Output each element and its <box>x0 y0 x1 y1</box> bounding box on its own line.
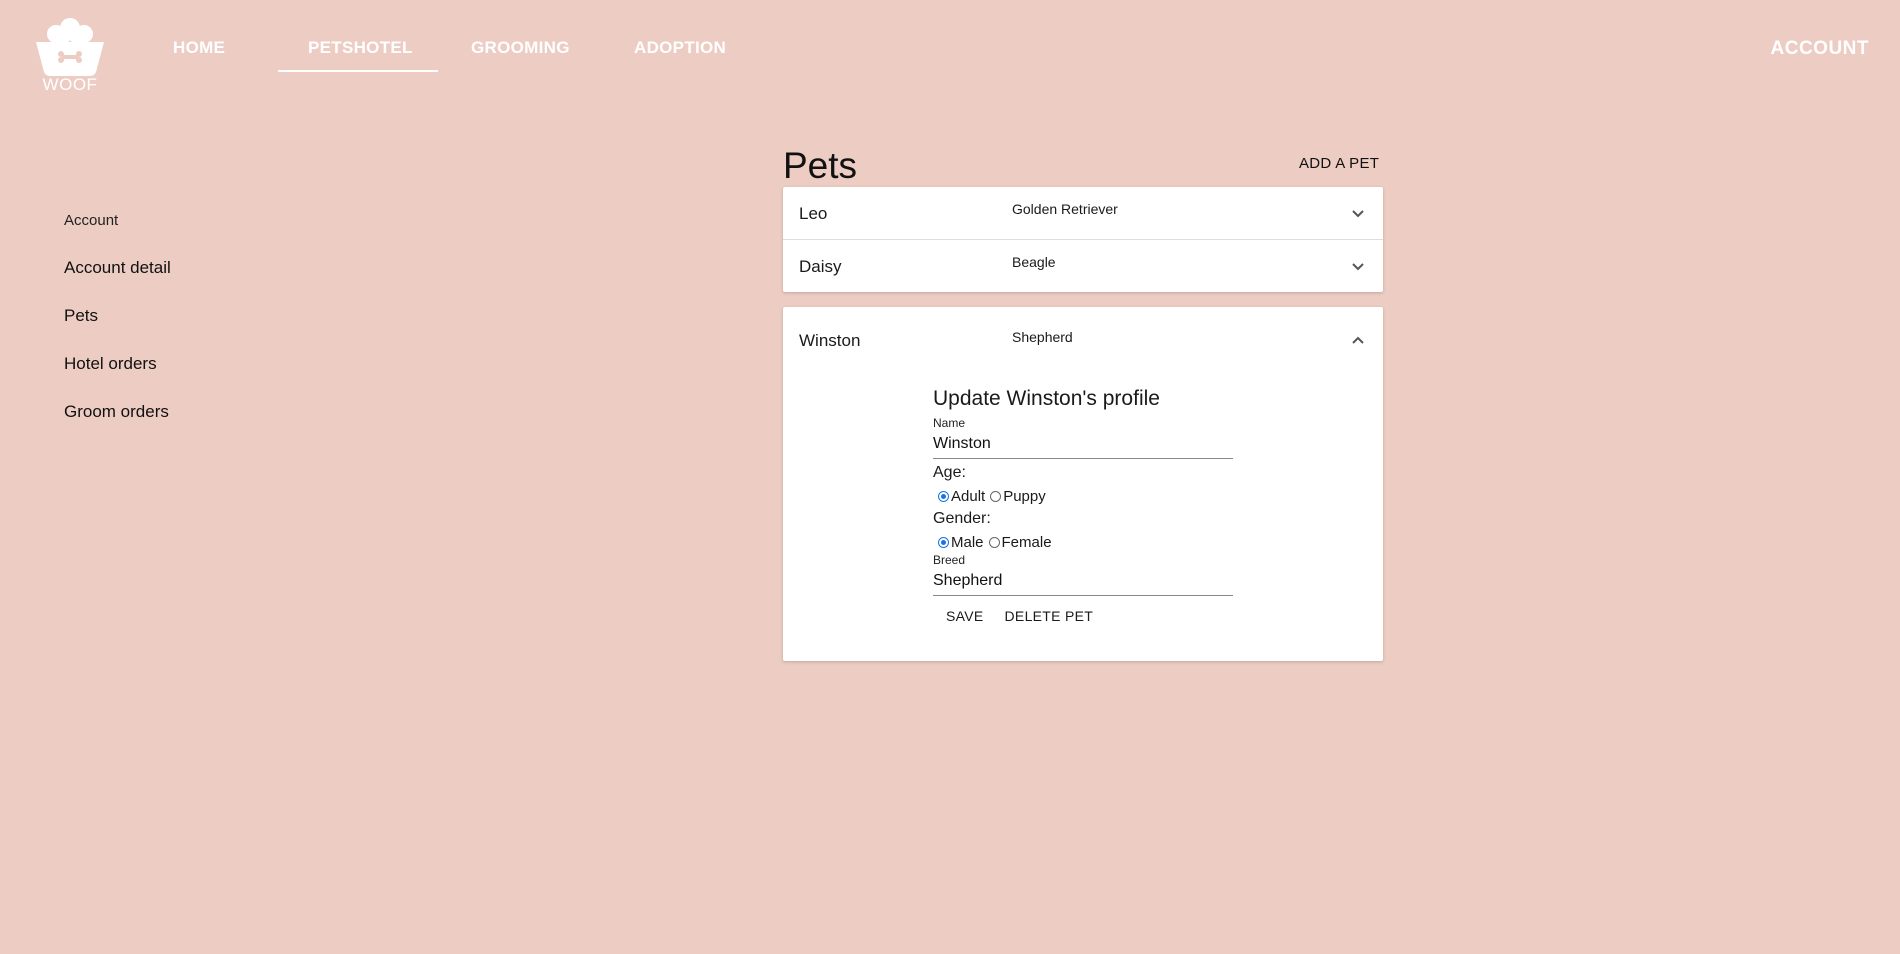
update-pet-form: Update Winston's profile Name Age: Adult… <box>933 387 1233 626</box>
chevron-up-icon[interactable] <box>1351 333 1365 347</box>
dog-bowl-logo-icon <box>36 18 104 76</box>
chevron-down-icon[interactable] <box>1351 260 1365 274</box>
nav-active-indicator <box>278 70 438 72</box>
page-title: Pets <box>783 145 858 186</box>
nav-home[interactable]: HOME <box>173 38 225 58</box>
pet-name: Leo <box>799 204 828 223</box>
age-puppy-label[interactable]: Puppy <box>1003 488 1046 505</box>
age-adult-label[interactable]: Adult <box>951 488 985 505</box>
pets-accordion: Leo Golden Retriever Daisy Beagle <box>783 187 1383 292</box>
sidebar-item-hotel-orders[interactable]: Hotel orders <box>64 354 157 374</box>
logo-text: WOOF <box>42 75 98 94</box>
delete-pet-button[interactable]: DELETE PET <box>992 606 1102 626</box>
nav-grooming[interactable]: GROOMING <box>471 38 570 58</box>
save-button[interactable]: SAVE <box>933 606 992 626</box>
sidebar-item-pets[interactable]: Pets <box>64 306 98 326</box>
pet-panel-winston: Winston Shepherd Update Winston's profil… <box>783 307 1383 661</box>
age-radio-group: Adult Puppy <box>933 488 1233 505</box>
chevron-down-icon[interactable] <box>1351 207 1365 221</box>
age-label: Age: <box>933 464 966 481</box>
name-label: Name <box>933 416 966 430</box>
woof-logo[interactable]: WOOF <box>32 18 108 96</box>
breed-label: Breed <box>933 553 966 567</box>
age-adult-radio[interactable] <box>938 491 949 502</box>
add-pet-button[interactable]: ADD A PET <box>1299 155 1379 172</box>
account-link[interactable]: ACCOUNT <box>1771 38 1870 60</box>
breed-field[interactable] <box>933 567 1233 596</box>
pet-breed: Beagle <box>1012 254 1056 270</box>
form-actions: SAVE DELETE PET <box>933 606 1233 626</box>
sidebar-heading: Account <box>64 212 119 229</box>
gender-label: Gender: <box>933 510 991 527</box>
pet-name: Daisy <box>799 257 842 276</box>
nav-petshotel[interactable]: PETSHOTEL <box>308 38 413 58</box>
gender-male-radio[interactable] <box>938 537 949 548</box>
sidebar-item-account-detail[interactable]: Account detail <box>64 258 171 278</box>
sidebar-item-groom-orders[interactable]: Groom orders <box>64 402 169 422</box>
gender-female-radio[interactable] <box>988 537 1000 548</box>
form-title: Update Winston's profile <box>933 387 1160 410</box>
nav-adoption[interactable]: ADOPTION <box>634 38 726 58</box>
pet-row-leo[interactable]: Leo Golden Retriever <box>783 187 1383 240</box>
pet-name[interactable]: Winston <box>799 331 860 351</box>
age-puppy-radio[interactable] <box>990 491 1002 502</box>
gender-female-label[interactable]: Female <box>1002 534 1052 551</box>
pet-breed: Shepherd <box>1012 329 1073 345</box>
gender-male-label[interactable]: Male <box>951 534 984 551</box>
gender-radio-group: Male Female <box>933 534 1233 551</box>
name-field[interactable] <box>933 430 1233 459</box>
pet-breed: Golden Retriever <box>1012 201 1118 217</box>
pet-row-daisy[interactable]: Daisy Beagle <box>783 240 1383 292</box>
